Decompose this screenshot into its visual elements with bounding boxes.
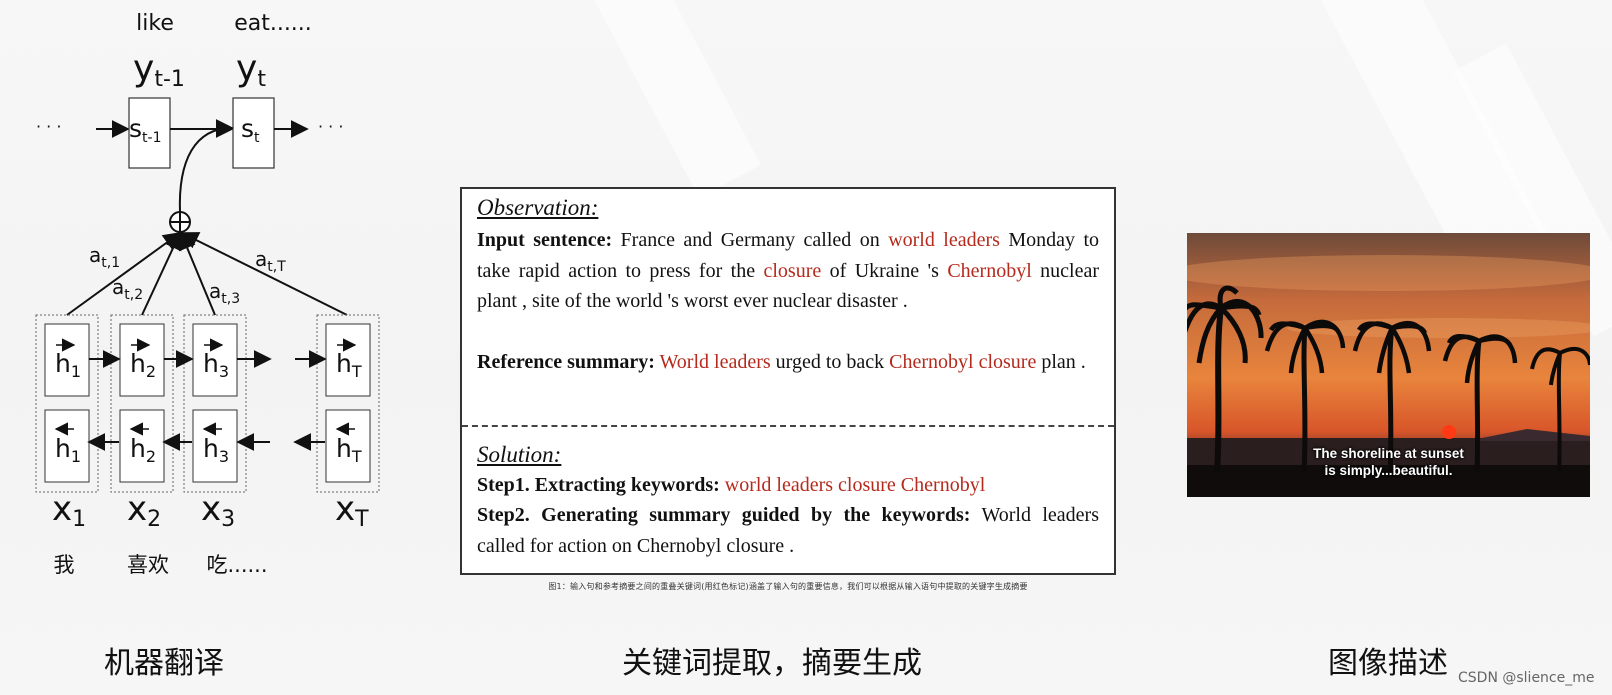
output-word: eat...... [234,11,312,36]
input-word: 我 [54,553,75,577]
input-sentence-label: Input sentence: [477,229,613,251]
input-label: x3 [201,489,235,532]
ellipsis: · · · [318,117,343,136]
input-word: 吃...... [206,553,267,577]
input-sentence: Input sentence: France and Germany calle… [477,225,1099,317]
label-machine-translation: 机器翻译 [104,646,224,681]
attention-weight: at,T [255,247,286,275]
solution-title: Solution: [477,442,562,467]
output-word: like [136,11,174,36]
keyword-highlight: closure [763,259,822,282]
step1-keywords: world leaders closure Chernobyl [724,474,986,496]
label-image-captioning: 图像描述 [1328,646,1448,681]
observation-title: Observation: [477,195,599,220]
label-keyword-summarization: 关键词提取，摘要生成 [622,646,922,681]
input-text: France and Germany called on [612,229,889,251]
keyword-highlight: Chernobyl closure [889,351,1037,373]
reference-summary: Reference summary: World leaders urged t… [477,347,1099,378]
attention-weight: at,2 [112,275,143,303]
keyword-summarization-figure: Observation: Input sentence: France and … [460,187,1116,575]
attention-rnn-diagram: like eat...... yt-1 yt · · · st-1 st · ·… [35,11,380,577]
output-label: yt-1 [133,48,185,92]
input-label: xT [335,489,369,532]
reference-text: urged to back [770,351,890,373]
reference-summary-label: Reference summary: [477,351,655,373]
watermark: CSDN @slience_me [1458,670,1595,686]
step2-label: Step2. Generating summary guided by the … [477,504,971,526]
background-decoration [548,0,762,198]
output-label: yt [236,48,266,92]
ellipsis: · · · [36,117,61,136]
input-text: of Ukraine 's [821,259,948,282]
sunset-photo: The shoreline at sunset is simply...beau… [1187,233,1590,497]
input-label: x1 [52,489,86,532]
step1: Step1. Extracting keywords: world leader… [477,470,1099,501]
reference-text: plan . [1036,351,1086,373]
input-word: 喜欢 [127,553,169,577]
photo-subtitle-line: is simply...beautiful. [1324,463,1453,478]
photo-subtitle-line: The shoreline at sunset [1313,446,1464,461]
figure-caption: 图1：输入句和参考摘要之间的重叠关键词(用红色标记)涵盖了输入句的重要信息，我们… [548,582,1028,591]
step1-label: Step1. Extracting keywords: [477,474,720,496]
step2: Step2. Generating summary guided by the … [477,500,1099,561]
attention-weight: at,1 [89,243,120,271]
keyword-highlight: world leaders [888,229,1000,251]
section-divider [462,425,1114,427]
keyword-highlight: World leaders [659,351,771,373]
photo-subtitle: The shoreline at sunset is simply...beau… [1187,445,1590,479]
input-label: x2 [127,489,161,532]
attention-weight: at,3 [209,279,240,307]
keyword-highlight: Chernobyl [947,259,1032,282]
